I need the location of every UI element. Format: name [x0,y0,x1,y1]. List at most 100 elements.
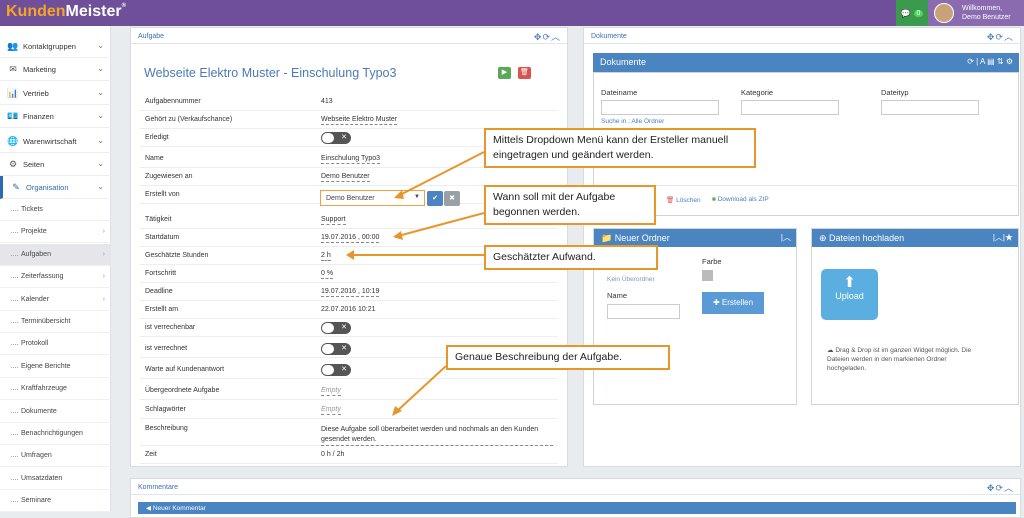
upload-arrow-icon: ⬆ [843,274,856,291]
sidebar-subitem-kalender[interactable]: Kalender › [0,289,111,311]
sidebar-item-marketing[interactable]: ✉ Marketing ⌄ [0,58,111,81]
sidebar-item-label: Organisation [26,182,69,192]
panel-title: Aufgabe [138,33,165,40]
toggle-switch[interactable] [321,322,351,334]
field-value[interactable]: Webseite Elektro Muster [321,116,398,125]
folder-name-input[interactable] [607,304,680,319]
logo[interactable]: KundenMeister® [6,3,126,21]
field-label: Erstellt am [145,306,179,313]
warenwirtschaft-icon: 🌐 [7,135,19,146]
sidebar-item-warenwirtschaft[interactable]: 🌐 Warenwirtschaft ⌄ [0,130,111,153]
field-value[interactable]: 2 h [321,252,331,261]
chat-count-badge: 0 [913,9,924,17]
kontaktgruppen-icon: 👥 [7,40,19,51]
upload-circle-icon: ⊕ [819,233,830,243]
sidebar-item-finanzen[interactable]: 💶 Finanzen ⌄ [0,105,111,128]
sidebar-subitem-benachrichtigungen[interactable]: Benachrichtigungen [0,423,111,445]
sidebar-item-label: Finanzen [23,111,54,121]
task-field-row: Übergeordnete Aufgabe Empty [140,382,558,400]
chevron-down-icon: ⌄ [97,41,104,50]
play-button[interactable]: ▶ [498,67,511,79]
sidebar-subitem-label: Projekte [21,228,47,236]
field-label: ist verrechnet [145,345,188,352]
filetype-filter[interactable] [881,100,979,115]
chat-button[interactable]: 💬 0 [896,0,928,26]
confirm-button[interactable]: ✔ [427,191,443,206]
chevron-right-icon: › [102,250,105,258]
panel-title: Dokumente [591,33,627,40]
sidebar-item-organisation[interactable]: ✎ Organisation ⌄ [0,176,111,199]
field-value[interactable]: 19.07.2016 , 10:19 [321,288,380,297]
sidebar-item-vertrieb[interactable]: 📊 Vertrieb ⌄ [0,82,111,105]
field-value[interactable]: Empty [321,406,341,415]
sidebar-item-label: Seiten [23,159,45,169]
category-filter[interactable] [741,100,839,115]
field-value[interactable]: Empty [321,387,341,396]
field-label: Geschätzte Stunden [145,252,209,259]
zip-link[interactable]: ■ Download als ZIP [712,196,769,203]
delete-button[interactable]: 🗑 [518,67,531,79]
sidebar-subitem-label: Zeiterfassung [21,273,64,281]
color-swatch[interactable] [702,270,713,281]
search-scope[interactable]: Suche in : Alle Ordner [601,118,664,125]
task-field-row: Aufgabennummer 413 [140,93,558,111]
field-label: Schlagwörter [145,406,186,413]
create-folder-button[interactable]: ✚ Erstellen [702,292,764,314]
field-label: Zeit [145,451,157,458]
creator-dropdown[interactable]: Demo Benutzer ▼ [320,190,425,206]
field-value[interactable]: 0 h / 2h [321,451,344,459]
filename-filter[interactable] [601,100,719,115]
sidebar-subitem-kraftfahrzeuge[interactable]: Kraftfahrzeuge [0,378,111,401]
field-value[interactable]: 0 % [321,270,334,279]
avatar [934,3,954,23]
collapse-icon[interactable]: |︿ [781,232,791,243]
sidebar-subitem-aufgaben[interactable]: Aufgaben › [0,243,111,266]
documents-bar: Dokumente ⟳ | A ▤ ⇅ ⚙ [593,53,1019,72]
upload-button[interactable]: ⬆ Upload [821,269,878,320]
sidebar-subitem-label: Kraftfahrzeuge [21,385,67,393]
field-value[interactable]: Diese Aufgabe soll überarbeitet werden u… [321,425,553,446]
field-value[interactable]: Support [321,216,346,225]
panel-tools[interactable]: ✥⟳︿ [987,481,1014,494]
sidebar-subitem-umfragen[interactable]: Umfragen [0,445,111,468]
callout-effort: Geschätzter Aufwand. [484,245,658,270]
cancel-button[interactable]: ✖ [444,191,460,206]
sidebar-subitem-dokumente[interactable]: Dokumente [0,401,111,423]
sidebar-subitem-umsatzdaten[interactable]: Umsatzdaten [0,468,111,490]
sidebar-subitem-eigene berichte[interactable]: Eigene Berichte [0,356,111,378]
col-category: Kategorie [741,88,774,97]
sidebar-subitem-seminare[interactable]: Seminare [0,490,111,513]
field-value[interactable]: 413 [321,98,333,106]
sidebar-item-seiten[interactable]: ⚙ Seiten ⌄ [0,153,111,176]
sidebar-item-label: Vertrieb [23,88,49,98]
chevron-down-icon: ⌄ [97,136,104,145]
panel-tools[interactable]: ✥⟳︿ [987,30,1014,43]
name-label: Name [607,291,628,300]
sidebar-subitem-terminübersicht[interactable]: Terminübersicht [0,311,111,333]
no-parent-link[interactable]: Kein Überordner [607,276,655,283]
field-value[interactable]: Demo Benutzer [321,173,370,182]
sidebar-subitem-zeiterfassung[interactable]: Zeiterfassung › [0,266,111,289]
user-menu[interactable]: Willkommen, Demo Benutzer [928,0,1024,26]
sidebar-subitem-protokoll[interactable]: Protokoll [0,333,111,356]
sidebar-subitem-tickets[interactable]: Tickets [0,199,111,221]
marketing-icon: ✉ [9,63,17,74]
task-field-row: ist verrechenbar [140,319,558,337]
field-value[interactable]: 19.07.2016 , 00:00 [321,234,380,243]
upload-hint: ☁ Drag & Drop ist im ganzen Widget mögli… [827,347,972,372]
field-value[interactable]: Einschulung Typo3 [321,155,381,164]
sidebar-item-kontaktgruppen[interactable]: 👥 Kontaktgruppen ⌄ [0,35,111,58]
documents-tools[interactable]: ⟳ | A ▤ ⇅ ⚙ [967,57,1013,66]
field-label: Startdatum [145,234,180,241]
collapse-icon[interactable]: |︿|★ [993,232,1013,243]
delete-link[interactable]: 🗑 Löschen [666,196,701,204]
sidebar-subitem-projekte[interactable]: Projekte › [0,221,111,244]
toggle-switch[interactable] [321,132,351,144]
new-comment-bar[interactable]: ◀ Neuer Kommentar [138,502,1016,514]
col-filename: Dateiname [601,88,638,97]
task-field-row: Deadline 19.07.2016 , 10:19 [140,283,558,301]
toggle-switch[interactable] [321,364,351,376]
field-value[interactable]: 22.07.2016 10:21 [321,306,376,314]
toggle-switch[interactable] [321,343,351,355]
panel-tools[interactable]: ✥⟳︿ [534,30,561,43]
